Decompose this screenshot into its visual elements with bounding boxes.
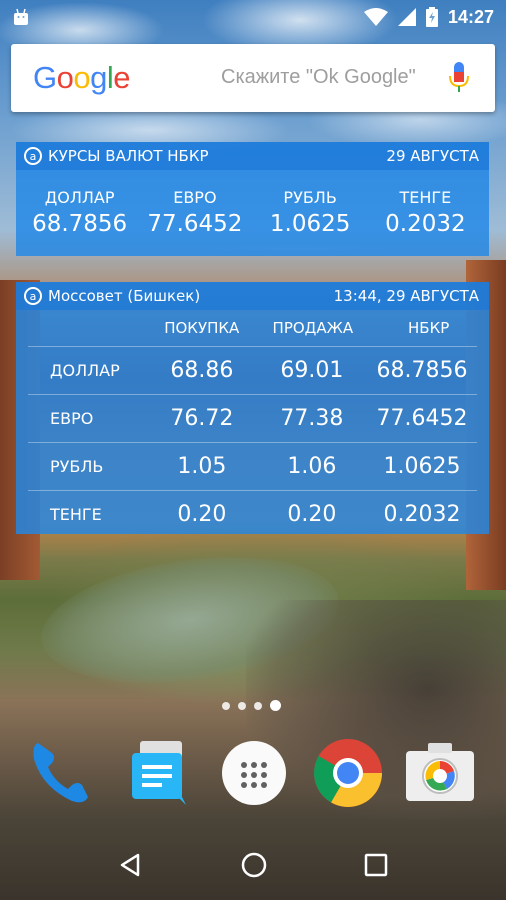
mic-icon[interactable]	[449, 62, 469, 94]
rates-row: ДОЛЛАР 68.7856 ЕВРО 77.6452 РУБЛЬ 1.0625…	[16, 170, 489, 237]
bank-rates-widget[interactable]: a Моссовет (Бишкек) 13:44, 29 АВГУСТА ПО…	[16, 282, 489, 534]
navigation-bar	[0, 830, 506, 900]
rate-item: ЕВРО 77.6452	[137, 170, 252, 237]
page-indicator	[222, 700, 281, 711]
currency-name: РУБЛЬ	[50, 457, 104, 476]
table-row: РУБЛЬ 1.05 1.06 1.0625	[28, 442, 477, 490]
google-logo: Google	[33, 60, 131, 95]
nbkr-rate: 0.2032	[383, 502, 461, 527]
table-row: ДОЛЛАР 68.86 69.01 68.7856	[28, 346, 477, 394]
page-dot	[222, 701, 230, 710]
buy-rate: 0.20	[177, 502, 227, 527]
nbkr-rate: 1.0625	[383, 454, 461, 479]
buy-rate: 76.72	[170, 406, 234, 431]
widget-date: 29 АВГУСТА	[386, 147, 479, 165]
rate-value: 0.2032	[385, 211, 466, 237]
wifi-icon	[363, 8, 388, 26]
widget-datetime: 13:44, 29 АВГУСТА	[333, 287, 479, 305]
sell-rate: 1.06	[287, 454, 337, 479]
google-search-bar[interactable]: Google Скажите "Ok Google"	[11, 44, 495, 112]
buy-rate: 68.86	[170, 358, 234, 383]
app-drawer-icon[interactable]	[216, 735, 292, 811]
chrome-icon[interactable]	[310, 735, 386, 811]
table-row: ЕВРО 76.72 77.38 77.6452	[28, 394, 477, 442]
android-icon	[14, 8, 28, 25]
widget-header: a КУРСЫ ВАЛЮТ НБКР 29 АВГУСТА	[16, 142, 489, 170]
app-logo-icon: a	[24, 147, 42, 165]
rate-label: ЕВРО	[173, 188, 217, 207]
widget-title: КУРСЫ ВАЛЮТ НБКР	[48, 147, 209, 165]
nbkr-rate: 68.7856	[376, 358, 468, 383]
status-icons: 14:27	[363, 6, 494, 28]
currency-name: ЕВРО	[50, 409, 94, 428]
recents-icon[interactable]	[364, 853, 388, 877]
rate-label: ТЕНГЕ	[399, 188, 452, 207]
page-dot	[254, 701, 262, 710]
sell-rate: 0.20	[287, 502, 337, 527]
rate-value: 68.7856	[32, 211, 128, 237]
nbkr-rates-widget[interactable]: a КУРСЫ ВАЛЮТ НБКР 29 АВГУСТА ДОЛЛАР 68.…	[16, 142, 489, 256]
search-hint[interactable]: Скажите "Ok Google"	[221, 66, 416, 89]
sell-rate: 77.38	[280, 406, 344, 431]
camera-icon[interactable]	[402, 735, 478, 811]
app-logo-icon: a	[24, 287, 42, 305]
signal-icon	[397, 8, 416, 26]
widget-header: a Моссовет (Бишкек) 13:44, 29 АВГУСТА	[16, 282, 489, 310]
rate-label: ДОЛЛАР	[44, 188, 115, 207]
column-header-sell: ПРОДАЖА	[272, 319, 354, 337]
bank-name: Моссовет (Бишкек)	[48, 287, 201, 305]
rate-value: 77.6452	[147, 211, 243, 237]
table-row: ТЕНГЕ 0.20 0.20 0.2032	[28, 490, 477, 538]
page-dot-active	[270, 700, 281, 711]
currency-name: ДОЛЛАР	[50, 361, 120, 380]
rate-item: ТЕНГЕ 0.2032	[368, 170, 483, 237]
column-header-nbkr: НБКР	[408, 319, 450, 337]
battery-icon	[425, 7, 438, 27]
buy-rate: 1.05	[177, 454, 227, 479]
rate-item: РУБЛЬ 1.0625	[253, 170, 368, 237]
table-header: ПОКУПКА ПРОДАЖА НБКР	[16, 310, 489, 346]
messenger-icon[interactable]	[122, 735, 198, 811]
status-time: 14:27	[447, 6, 494, 27]
sell-rate: 69.01	[280, 358, 344, 383]
page-dot	[238, 701, 246, 710]
home-icon[interactable]	[240, 851, 268, 879]
phone-icon[interactable]	[24, 735, 100, 811]
rate-label: РУБЛЬ	[283, 188, 337, 207]
status-bar: 14:27	[0, 0, 506, 34]
rates-table: ДОЛЛАР 68.86 69.01 68.7856 ЕВРО 76.72 77…	[28, 346, 477, 538]
rate-value: 1.0625	[269, 211, 351, 237]
back-icon[interactable]	[118, 852, 144, 878]
currency-name: ТЕНГЕ	[50, 505, 102, 524]
nbkr-rate: 77.6452	[376, 406, 468, 431]
column-header-buy: ПОКУПКА	[164, 319, 240, 337]
rate-item: ДОЛЛАР 68.7856	[22, 170, 137, 237]
